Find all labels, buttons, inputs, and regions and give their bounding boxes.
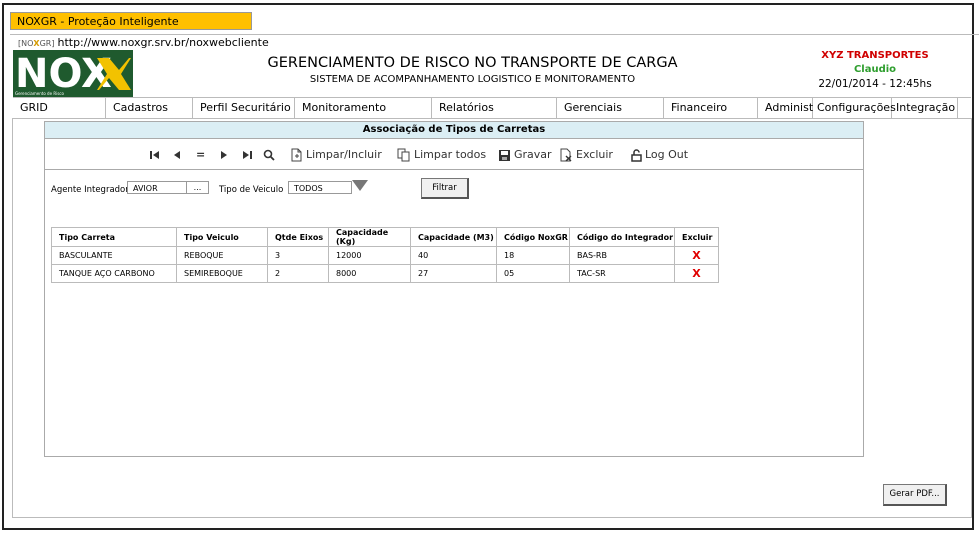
delete-row-icon[interactable]: X: [674, 246, 719, 265]
cell-capacidade-m3: 27: [410, 264, 497, 283]
cell-codigo-noxgr: 18: [496, 246, 570, 265]
delete-row-icon[interactable]: X: [674, 264, 719, 283]
nox-logo: NOX Gerenciamento de Risco: [13, 50, 133, 97]
column-header: Código do Integrador: [569, 227, 675, 247]
menu-configuracoes[interactable]: Configurações: [813, 98, 896, 118]
delete-document-icon: [560, 148, 572, 162]
logout-label: Log Out: [645, 148, 689, 161]
menu-grid[interactable]: GRID: [13, 98, 106, 118]
last-record-icon[interactable]: [241, 147, 253, 163]
menu-cadastros[interactable]: Cadastros: [106, 98, 193, 118]
cell-codigo-noxgr: 05: [496, 264, 570, 283]
floppy-disk-icon: [499, 149, 510, 161]
clear-include-button[interactable]: Limpar/Incluir: [291, 147, 382, 163]
generate-pdf-button[interactable]: Gerar PDF...: [883, 484, 947, 506]
site-badge: [NOXGR]: [18, 39, 54, 48]
company-name: XYZ TRANSPORTES: [821, 50, 929, 61]
panel-title: Associação de Tipos de Carretas: [45, 122, 863, 139]
save-label: Gravar: [514, 148, 552, 161]
logout-button[interactable]: Log Out: [631, 147, 688, 163]
cell-tipo-carreta: BASCULANTE: [51, 246, 177, 265]
user-info: XYZ TRANSPORTES Claudio 22/01/2014 - 12:…: [810, 49, 940, 92]
cell-capacidade-m3: 40: [410, 246, 497, 265]
main-menu: GRID Cadastros Perfil Securitário Monito…: [13, 97, 971, 119]
cell-qtde-eixos: 2: [267, 264, 329, 283]
association-panel: Associação de Tipos de Carretas = Limpar…: [44, 121, 864, 457]
clear-all-label: Limpar todos: [414, 148, 487, 161]
filter-button[interactable]: Filtrar: [421, 178, 469, 199]
column-header: Capacidade (M3): [410, 227, 497, 247]
user-name: Claudio: [853, 64, 897, 75]
carretas-table: Tipo Carreta Tipo Veiculo Qtde Eixos Cap…: [51, 227, 719, 283]
menu-administ[interactable]: Administ: [758, 98, 813, 118]
cell-tipo-carreta: TANQUE AÇO CARBONO: [51, 264, 177, 283]
logo-tagline: Gerenciamento de Risco: [15, 91, 65, 96]
cell-tipo-veiculo: REBOQUE: [176, 246, 268, 265]
copy-documents-icon: [397, 148, 410, 162]
table-row[interactable]: TANQUE AÇO CARBONO SEMIREBOQUE 2 8000 27…: [51, 264, 719, 283]
cell-tipo-veiculo: SEMIREBOQUE: [176, 264, 268, 283]
date-time: 22/01/2014 - 12:45hs: [818, 78, 932, 90]
next-record-icon[interactable]: [219, 147, 229, 163]
first-record-icon[interactable]: [149, 147, 161, 163]
site-badge-part-3: GR]: [39, 39, 55, 48]
column-header: Capacidade (Kg): [328, 227, 411, 247]
padlock-open-icon: [631, 148, 642, 162]
cell-codigo-integrador: TAC-SR: [569, 264, 675, 283]
cell-codigo-integrador: BAS-RB: [569, 246, 675, 265]
vehicle-type-select[interactable]: TODOS: [288, 181, 352, 194]
cell-capacidade-kg: 12000: [328, 246, 411, 265]
clear-include-label: Limpar/Incluir: [306, 148, 382, 161]
agent-input[interactable]: AVIOR: [127, 181, 187, 194]
page-title: GERENCIAMENTO DE RISCO NO TRANSPORTE DE …: [267, 55, 678, 71]
column-header: Tipo Veiculo: [176, 227, 268, 247]
delete-button[interactable]: Excluir: [560, 147, 613, 163]
clear-all-button[interactable]: Limpar todos: [397, 147, 486, 163]
filter-bar: Agente Integrador AVIOR ... Tipo de Veic…: [45, 170, 863, 210]
save-button[interactable]: Gravar: [498, 147, 552, 163]
menu-perfil-securitario[interactable]: Perfil Securitário: [193, 98, 295, 118]
table-row[interactable]: BASCULANTE REBOQUE 3 12000 40 18 BAS-RB …: [51, 246, 719, 265]
page-subtitle: SISTEMA DE ACOMPANHAMENTO LOGISTICO E MO…: [309, 74, 636, 85]
column-header: Tipo Carreta: [51, 227, 177, 247]
column-header: Código NoxGR: [496, 227, 570, 247]
window-title: NOXGR - Proteção Inteligente: [10, 12, 252, 30]
menu-integracao[interactable]: Integração: [892, 98, 958, 118]
table-header-row: Tipo Carreta Tipo Veiculo Qtde Eixos Cap…: [51, 227, 719, 247]
chevron-down-icon[interactable]: [352, 180, 368, 191]
vehicle-type-label: Tipo de Veiculo: [219, 185, 284, 195]
new-document-icon: [291, 148, 302, 162]
delete-label: Excluir: [576, 148, 613, 161]
header-center: GERENCIAMENTO DE RISCO NO TRANSPORTE DE …: [200, 53, 745, 87]
agent-lookup-button[interactable]: ...: [186, 181, 209, 194]
site-badge-part-1: [NO: [18, 39, 34, 48]
agent-label: Agente Integrador: [51, 185, 129, 195]
toolbar: = Limpar/Incluir Limpar todos Gravar Exc…: [45, 139, 863, 170]
cell-qtde-eixos: 3: [267, 246, 329, 265]
menu-monitoramento[interactable]: Monitoramento: [295, 98, 432, 118]
current-record-icon[interactable]: =: [196, 147, 205, 163]
column-header: Qtde Eixos: [267, 227, 329, 247]
cell-capacidade-kg: 8000: [328, 264, 411, 283]
menu-gerenciais[interactable]: Gerenciais: [557, 98, 664, 118]
menu-relatorios[interactable]: Relatórios: [432, 98, 557, 118]
previous-record-icon[interactable]: [172, 147, 182, 163]
url-text[interactable]: http://www.noxgr.srv.br/noxwebcliente: [57, 36, 268, 49]
column-header: Excluir: [674, 227, 719, 247]
menu-financeiro[interactable]: Financeiro: [664, 98, 758, 118]
search-icon[interactable]: [263, 147, 275, 163]
